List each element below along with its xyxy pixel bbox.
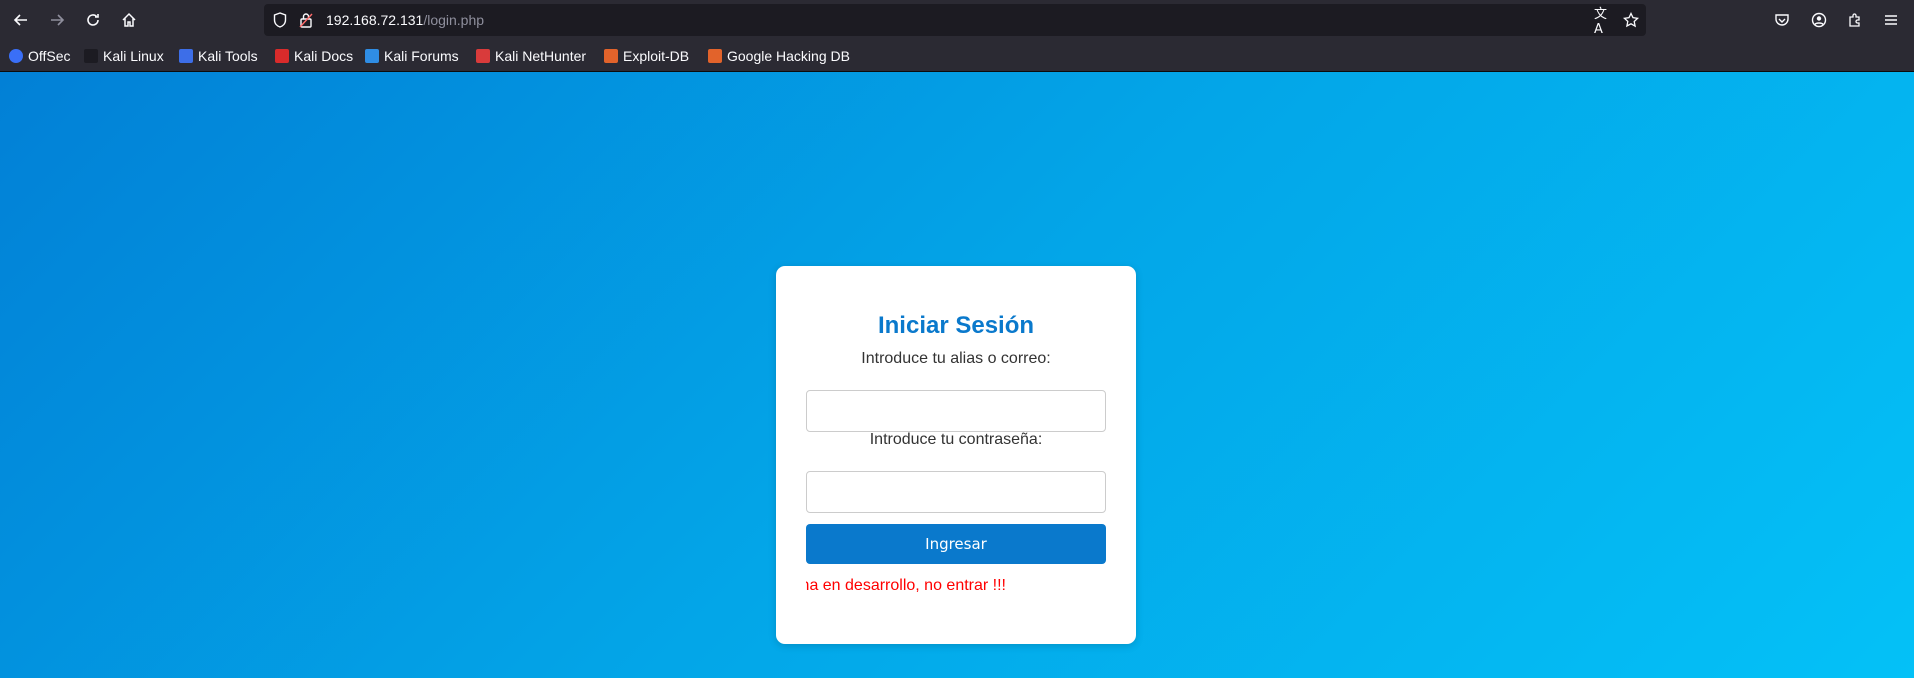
hamburger-menu-icon (1885, 15, 1897, 25)
pocket-icon (1775, 14, 1789, 26)
warning-message: Página en desarrollo, no entrar !!! (806, 577, 1006, 594)
insecure-lock-icon[interactable] (296, 10, 316, 30)
warning-container: Página en desarrollo, no entrar !!! (806, 577, 1106, 599)
bookmark-kali-tools[interactable]: Kali Tools (179, 46, 258, 66)
browser-toolbar: 192.168.72.131/login.php 文A (0, 0, 1914, 40)
bookmark-star-icon[interactable] (1621, 10, 1641, 30)
bookmark-label: OffSec (28, 48, 71, 64)
account-icon (1811, 12, 1827, 28)
offsec-icon (9, 49, 23, 63)
password-input[interactable] (806, 471, 1106, 513)
kali-nethunter-icon (476, 49, 490, 63)
translate-icon[interactable]: 文A (1594, 7, 1614, 37)
username-input[interactable] (806, 390, 1106, 432)
bookmark-label: Google Hacking DB (727, 48, 850, 64)
url-host: 192.168.72.131 (326, 12, 424, 28)
bookmark-exploit-db[interactable]: Exploit-DB (604, 46, 689, 66)
bookmarks-toolbar: OffSec Kali Linux Kali Tools Kali Docs K… (0, 40, 1914, 72)
exploit-db-icon (604, 49, 618, 63)
url-path: /login.php (423, 12, 485, 28)
kali-tools-icon (179, 49, 193, 63)
reload-button[interactable] (80, 8, 106, 32)
url-text[interactable]: 192.168.72.131/login.php (326, 12, 484, 28)
bookmark-kali-linux[interactable]: Kali Linux (84, 46, 164, 66)
forward-button[interactable] (44, 8, 70, 32)
kali-docs-icon (275, 49, 289, 63)
kali-dragon-icon (84, 49, 98, 63)
arrow-left-icon (13, 14, 27, 26)
page-background: Iniciar Sesión Introduce tu alias o corr… (0, 72, 1914, 678)
username-label: Introduce tu alias o correo: (861, 350, 1051, 367)
pocket-button[interactable] (1769, 8, 1795, 32)
bookmark-offsec[interactable]: OffSec (9, 46, 71, 66)
extensions-button[interactable] (1842, 8, 1868, 32)
bookmark-kali-docs[interactable]: Kali Docs (275, 46, 353, 66)
reload-icon (87, 14, 99, 26)
menu-button[interactable] (1878, 8, 1904, 32)
puzzle-icon (1849, 13, 1860, 27)
bookmark-kali-forums[interactable]: Kali Forums (365, 46, 459, 66)
bookmark-kali-nethunter[interactable]: Kali NetHunter (476, 46, 586, 66)
password-label: Introduce tu contraseña: (869, 431, 1043, 448)
bookmark-google-hacking-db[interactable]: Google Hacking DB (708, 46, 850, 66)
url-bar[interactable]: 192.168.72.131/login.php 文A (264, 4, 1646, 37)
account-button[interactable] (1806, 8, 1832, 32)
login-title: Iniciar Sesión (877, 312, 1035, 339)
home-icon (122, 12, 136, 27)
google-hacking-db-icon (708, 49, 722, 63)
login-card: Iniciar Sesión Introduce tu alias o corr… (776, 266, 1136, 644)
bookmark-label: Kali Docs (294, 48, 354, 64)
bookmark-label: Kali Tools (198, 48, 258, 64)
back-button[interactable] (8, 8, 34, 32)
home-button[interactable] (116, 8, 142, 32)
bookmark-label: Kali NetHunter (495, 48, 587, 64)
bookmark-label: Exploit-DB (623, 48, 690, 64)
bookmark-label: Kali Forums (384, 48, 459, 64)
shield-icon[interactable] (270, 10, 290, 30)
arrow-right-icon (51, 14, 65, 26)
kali-forums-icon (365, 49, 379, 63)
submit-button[interactable]: Ingresar (806, 524, 1106, 564)
bookmark-label: Kali Linux (103, 48, 164, 64)
